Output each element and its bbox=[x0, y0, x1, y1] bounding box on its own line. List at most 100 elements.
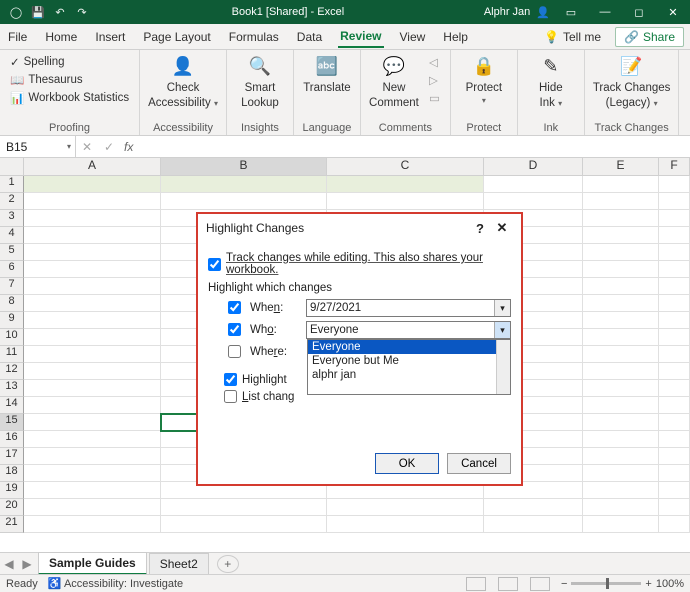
cell[interactable] bbox=[583, 295, 659, 312]
cell[interactable] bbox=[24, 363, 161, 380]
dropdown-scrollbar[interactable] bbox=[496, 340, 510, 394]
tab-review[interactable]: Review bbox=[338, 25, 383, 48]
cell[interactable] bbox=[484, 516, 583, 533]
cell[interactable] bbox=[24, 397, 161, 414]
row-header[interactable]: 18 bbox=[0, 465, 24, 482]
cell[interactable] bbox=[161, 176, 327, 193]
cell[interactable] bbox=[24, 414, 161, 431]
cell[interactable] bbox=[24, 329, 161, 346]
who-checkbox[interactable] bbox=[228, 323, 241, 336]
sheet-nav-prev[interactable]: ◀ bbox=[0, 557, 18, 571]
row-header[interactable]: 2 bbox=[0, 193, 24, 210]
protect-button[interactable]: 🔒 Protect ▾ bbox=[459, 54, 509, 105]
row-header[interactable]: 4 bbox=[0, 227, 24, 244]
cell[interactable] bbox=[659, 227, 690, 244]
new-comment-button[interactable]: 💬 New Comment bbox=[369, 54, 419, 109]
accept-formula-icon[interactable]: ✓ bbox=[98, 140, 120, 154]
cancel-formula-icon[interactable]: ✕ bbox=[76, 140, 98, 154]
cell[interactable] bbox=[659, 465, 690, 482]
cell[interactable] bbox=[24, 244, 161, 261]
dialog-titlebar[interactable]: Highlight Changes ? ✕ bbox=[198, 214, 521, 242]
cell[interactable] bbox=[659, 176, 690, 193]
cell[interactable] bbox=[583, 210, 659, 227]
cancel-button[interactable]: Cancel bbox=[447, 453, 511, 474]
dialog-close-button[interactable]: ✕ bbox=[491, 220, 513, 236]
row-header[interactable]: 16 bbox=[0, 431, 24, 448]
cell[interactable] bbox=[161, 193, 327, 210]
zoom-control[interactable]: − + 100% bbox=[561, 578, 684, 590]
minimize-button[interactable]: — bbox=[588, 0, 622, 24]
cell[interactable] bbox=[659, 499, 690, 516]
cell[interactable] bbox=[484, 499, 583, 516]
row-header[interactable]: 15 bbox=[0, 414, 24, 431]
row-header[interactable]: 1 bbox=[0, 176, 24, 193]
tab-formulas[interactable]: Formulas bbox=[227, 26, 281, 47]
cell[interactable] bbox=[24, 482, 161, 499]
col-header-D[interactable]: D bbox=[484, 158, 583, 175]
cell[interactable] bbox=[659, 295, 690, 312]
row-header[interactable]: 11 bbox=[0, 346, 24, 363]
tab-insert[interactable]: Insert bbox=[93, 26, 127, 47]
tab-help[interactable]: Help bbox=[441, 26, 470, 47]
col-header-E[interactable]: E bbox=[583, 158, 659, 175]
row-header[interactable]: 14 bbox=[0, 397, 24, 414]
row-header[interactable]: 19 bbox=[0, 482, 24, 499]
autosave-toggle[interactable]: ◯ bbox=[6, 2, 26, 22]
view-page-break-button[interactable] bbox=[530, 577, 550, 591]
cell[interactable] bbox=[583, 312, 659, 329]
cell[interactable] bbox=[659, 312, 690, 329]
cell[interactable] bbox=[583, 261, 659, 278]
cell[interactable] bbox=[659, 210, 690, 227]
cell[interactable] bbox=[583, 278, 659, 295]
who-combo[interactable]: Everyone ▾ Everyone Everyone but Me alph… bbox=[306, 321, 511, 339]
cell[interactable] bbox=[583, 482, 659, 499]
col-header-F[interactable]: F bbox=[659, 158, 690, 175]
when-combo[interactable]: 9/27/2021 ▾ bbox=[306, 299, 511, 317]
cell[interactable] bbox=[161, 516, 327, 533]
smart-lookup-button[interactable]: 🔍 Smart Lookup bbox=[235, 54, 285, 109]
hide-ink-button[interactable]: ✎ Hide Ink ▾ bbox=[526, 54, 576, 109]
row-header[interactable]: 9 bbox=[0, 312, 24, 329]
sheet-nav-next[interactable]: ▶ bbox=[18, 557, 36, 571]
cell[interactable] bbox=[659, 397, 690, 414]
add-sheet-button[interactable]: + bbox=[217, 555, 239, 573]
where-checkbox[interactable] bbox=[228, 345, 241, 358]
cell[interactable] bbox=[327, 516, 484, 533]
cell[interactable] bbox=[24, 499, 161, 516]
cell[interactable] bbox=[583, 193, 659, 210]
row-header[interactable]: 20 bbox=[0, 499, 24, 516]
status-accessibility[interactable]: ♿ Accessibility: Investigate bbox=[48, 577, 183, 590]
zoom-out-button[interactable]: − bbox=[561, 578, 567, 590]
list-changes-checkbox[interactable] bbox=[224, 390, 237, 403]
row-header[interactable]: 21 bbox=[0, 516, 24, 533]
cell[interactable] bbox=[24, 465, 161, 482]
cell[interactable] bbox=[659, 346, 690, 363]
workbook-stats-button[interactable]: 📊Workbook Statistics bbox=[8, 90, 131, 106]
tell-me[interactable]: 💡 Tell me bbox=[544, 30, 601, 44]
col-header-C[interactable]: C bbox=[327, 158, 484, 175]
dialog-help-button[interactable]: ? bbox=[469, 221, 491, 236]
row-header[interactable]: 8 bbox=[0, 295, 24, 312]
cell[interactable] bbox=[583, 176, 659, 193]
highlight-onscreen-checkbox[interactable] bbox=[224, 373, 237, 386]
share-button[interactable]: 🔗 Share bbox=[615, 27, 684, 47]
select-all-corner[interactable] bbox=[0, 158, 24, 175]
who-option-everyone-but-me[interactable]: Everyone but Me bbox=[308, 354, 510, 368]
track-changes-button[interactable]: 📝 Track Changes (Legacy) ▾ bbox=[593, 54, 671, 109]
translate-button[interactable]: 🔤 Translate bbox=[302, 54, 352, 109]
who-option-everyone[interactable]: Everyone bbox=[308, 340, 510, 354]
cell[interactable] bbox=[583, 227, 659, 244]
row-header[interactable]: 5 bbox=[0, 244, 24, 261]
zoom-slider[interactable] bbox=[571, 582, 641, 585]
cell[interactable] bbox=[583, 346, 659, 363]
fx-icon[interactable]: fx bbox=[120, 140, 137, 154]
cell[interactable] bbox=[484, 193, 583, 210]
cell[interactable] bbox=[583, 448, 659, 465]
cell[interactable] bbox=[583, 244, 659, 261]
cell[interactable] bbox=[659, 431, 690, 448]
cell[interactable] bbox=[24, 210, 161, 227]
row-header[interactable]: 13 bbox=[0, 380, 24, 397]
maximize-button[interactable]: ◻ bbox=[622, 0, 656, 24]
chevron-down-icon[interactable]: ▾ bbox=[494, 300, 510, 316]
cell[interactable] bbox=[659, 380, 690, 397]
